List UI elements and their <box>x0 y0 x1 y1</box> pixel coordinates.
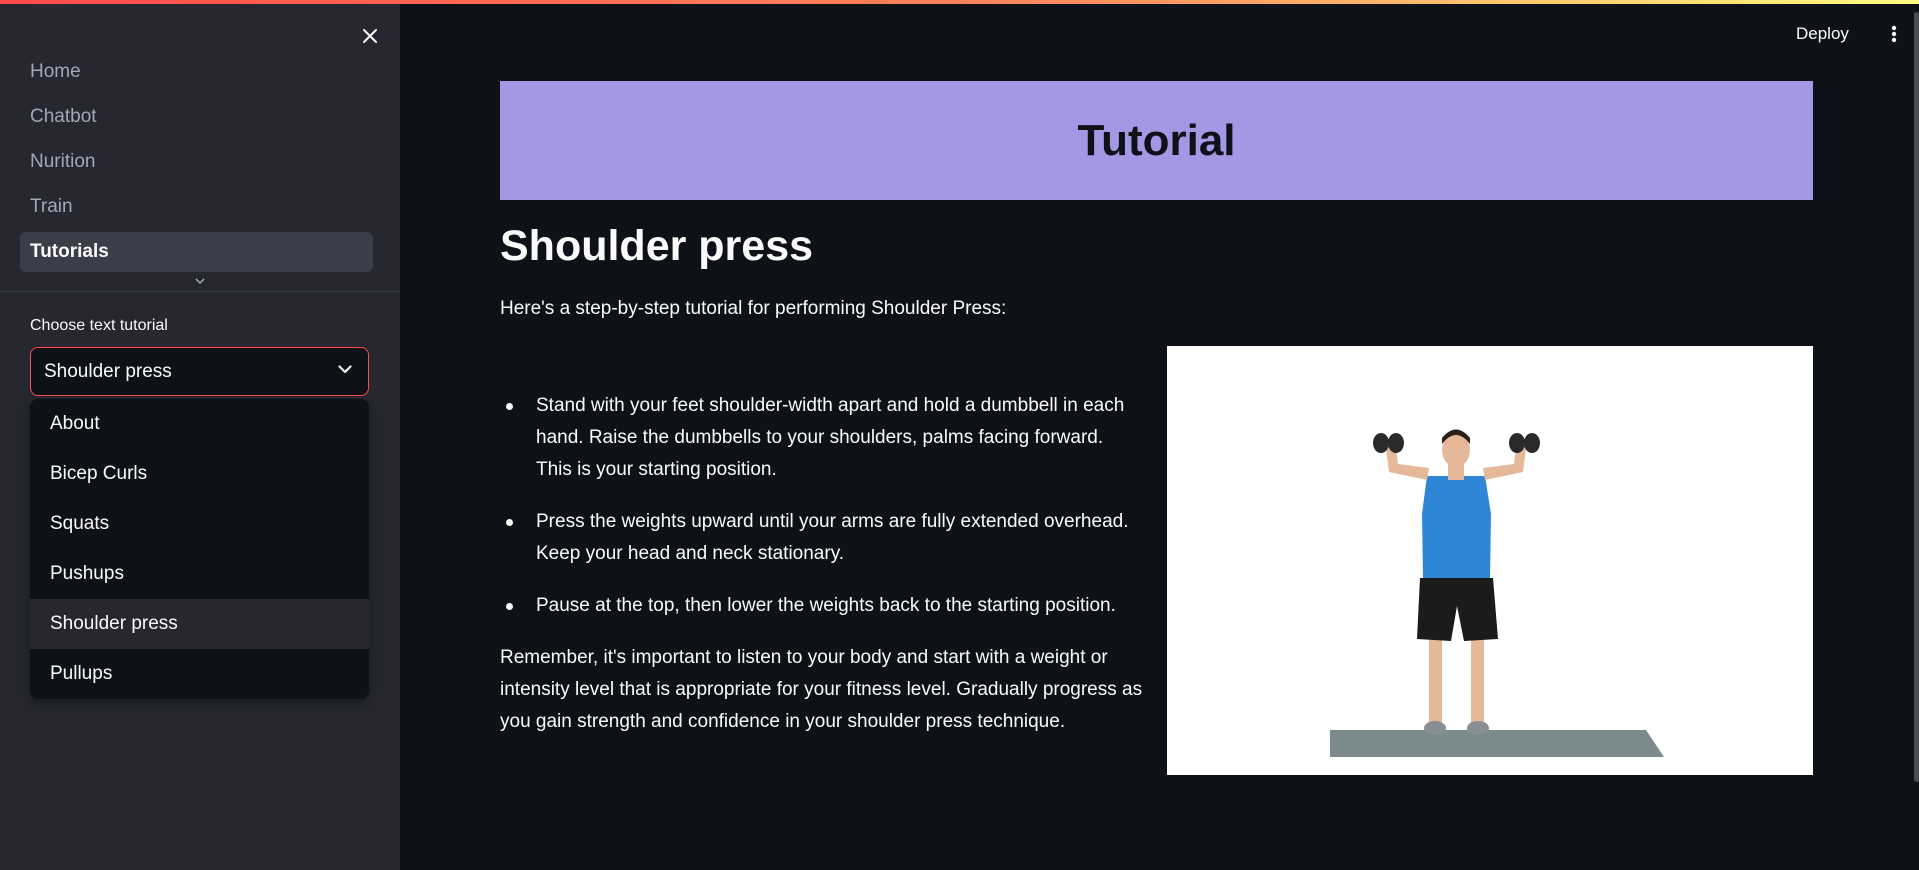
main-menu-button[interactable] <box>1884 20 1904 48</box>
tutorial-dropdown-menu: About Bicep Curls Squats Pushups Shoulde… <box>30 399 369 699</box>
select-label: Choose text tutorial <box>30 317 168 334</box>
banner-title: Tutorial <box>1077 115 1236 165</box>
sidebar-nav: Home Chatbot Nurition Train Tutorials <box>20 52 373 277</box>
scrollbar[interactable] <box>1914 12 1919 782</box>
chevron-down-icon <box>195 277 205 284</box>
list-item: Stand with your feet shoulder-width apar… <box>500 390 1140 486</box>
list-item: Press the weights upward until your arms… <box>500 506 1140 570</box>
list-item: Pause at the top, then lower the weights… <box>500 590 1140 622</box>
option-squats[interactable]: Squats <box>30 499 369 549</box>
sidebar-item-train[interactable]: Train <box>20 187 373 227</box>
sidebar-divider <box>0 291 400 292</box>
tutorial-select[interactable]: Shoulder press <box>30 347 369 396</box>
page-title: Shoulder press <box>500 222 814 270</box>
sidebar-item-tutorials[interactable]: Tutorials <box>20 232 373 272</box>
option-about[interactable]: About <box>30 399 369 449</box>
title-banner: Tutorial <box>500 81 1813 200</box>
shoulder-press-illustration <box>1330 429 1664 757</box>
option-shoulder-press[interactable]: Shoulder press <box>30 599 369 649</box>
closing-paragraph: Remember, it's important to listen to yo… <box>500 647 1143 732</box>
steps-list: Stand with your feet shoulder-width apar… <box>500 390 1140 642</box>
more-vertical-icon <box>1891 25 1897 43</box>
option-pullups[interactable]: Pullups <box>30 649 369 699</box>
select-value: Shoulder press <box>44 360 172 382</box>
deploy-button[interactable]: Deploy <box>1796 18 1849 50</box>
close-sidebar-button[interactable] <box>356 22 384 50</box>
sidebar-item-chatbot[interactable]: Chatbot <box>20 97 373 137</box>
top-accent-bar <box>0 0 1919 4</box>
close-icon <box>363 29 377 43</box>
option-bicep-curls[interactable]: Bicep Curls <box>30 449 369 499</box>
chevron-down-icon <box>338 365 352 374</box>
sidebar-item-home[interactable]: Home <box>20 52 373 92</box>
intro-text: Here's a step-by-step tutorial for perfo… <box>500 298 1007 319</box>
exercise-image <box>1167 346 1813 775</box>
sidebar-item-nutrition[interactable]: Nurition <box>20 142 373 182</box>
nav-expand-button[interactable] <box>193 275 207 287</box>
sidebar: Home Chatbot Nurition Train Tutorials Ch… <box>0 0 400 870</box>
option-pushups[interactable]: Pushups <box>30 549 369 599</box>
